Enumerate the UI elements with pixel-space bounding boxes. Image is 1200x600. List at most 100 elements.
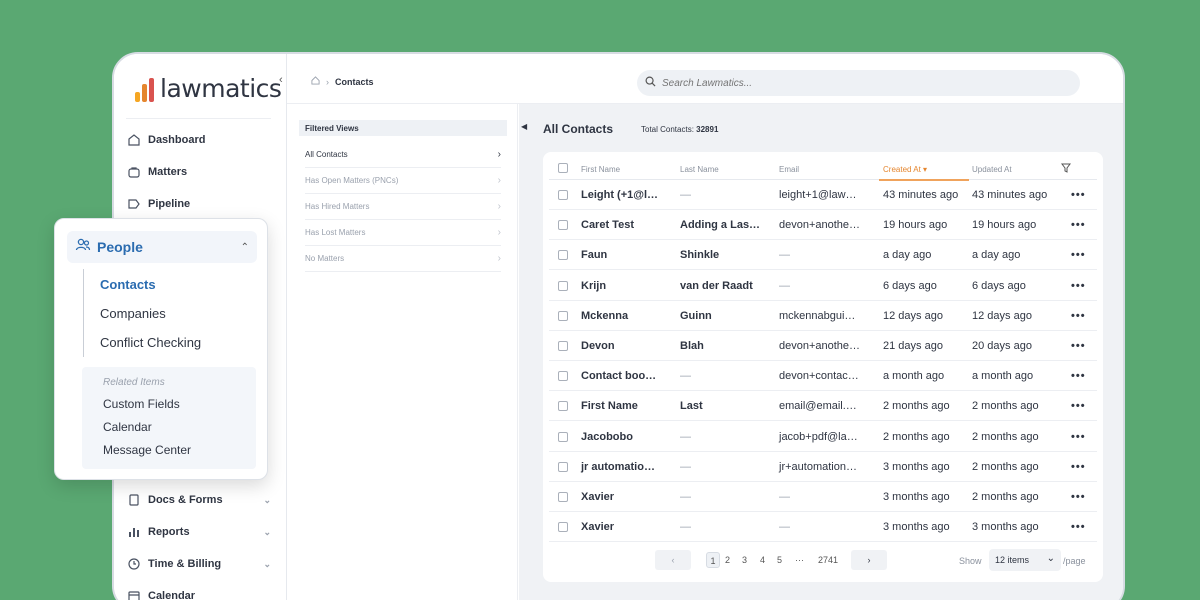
chevron-down-icon: ⌄ (263, 494, 271, 505)
related-custom-fields[interactable]: Custom Fields (103, 397, 180, 411)
table-row[interactable]: Jacobobo — jacob+pdf@la… 2 months ago 2 mont… (549, 422, 1097, 452)
sidebar-item-pipeline[interactable]: Pipeline (126, 188, 271, 220)
row-checkbox[interactable] (558, 250, 568, 261)
next-page-button[interactable]: › (851, 550, 887, 570)
row-actions-button[interactable]: ••• (1071, 431, 1086, 443)
page-button[interactable]: 3 (742, 552, 747, 568)
page-size-select[interactable]: 12 items ⌄ (989, 549, 1061, 571)
filter-icon[interactable] (1061, 163, 1071, 175)
cell-last-name: Blah (680, 340, 704, 352)
cell-email: jacob+pdf@la… (779, 430, 858, 443)
view-no-matters[interactable]: No Matters › (305, 246, 501, 272)
column-email[interactable]: Email (779, 165, 799, 174)
select-all-checkbox[interactable] (558, 163, 568, 173)
page-button[interactable]: 4 (760, 552, 765, 568)
row-checkbox[interactable] (558, 461, 568, 472)
row-actions-button[interactable]: ••• (1071, 521, 1086, 533)
table-row[interactable]: Mckenna Guinn mckennabgui… 12 days ago 12 da… (549, 301, 1097, 331)
table-row[interactable]: Contact boo… — devon+contac… a month ago a m… (549, 361, 1097, 392)
divider (126, 118, 271, 119)
sidebar-item-time-billing[interactable]: Time & Billing ⌄ (126, 548, 271, 580)
home-icon[interactable] (311, 76, 320, 87)
submenu-conflict-checking[interactable]: Conflict Checking (100, 335, 201, 350)
collapse-sidebar-button[interactable]: ‹ (279, 74, 283, 86)
related-message-center[interactable]: Message Center (103, 443, 191, 457)
table-row[interactable]: First Name Last email@email.… 2 months ago 2… (549, 391, 1097, 422)
submenu-companies[interactable]: Companies (100, 306, 166, 321)
table-row[interactable]: Faun Shinkle — a day ago a day ago ••• (549, 240, 1097, 271)
row-actions-button[interactable]: ••• (1071, 280, 1086, 292)
related-calendar[interactable]: Calendar (103, 420, 152, 434)
column-created-at[interactable]: Created At ▾ (883, 165, 927, 174)
row-checkbox[interactable] (558, 522, 568, 533)
row-checkbox[interactable] (558, 220, 568, 231)
page-size-value: 12 items (995, 555, 1030, 565)
row-actions-button[interactable]: ••• (1071, 491, 1086, 503)
table-row[interactable]: Xavier — — 3 months ago 3 months ago ••• (549, 512, 1097, 543)
view-all-contacts[interactable]: All Contacts › (305, 142, 501, 168)
row-checkbox[interactable] (558, 280, 568, 291)
sidebar-item-matters[interactable]: Matters (126, 156, 271, 188)
table-row[interactable]: Krijn van der Raadt — 6 days ago 6 days ago •… (549, 271, 1097, 301)
column-first-name[interactable]: First Name (581, 165, 620, 174)
cell-updated-at: 3 months ago (972, 521, 1039, 534)
row-checkbox[interactable] (558, 492, 568, 502)
view-has-open-matters[interactable]: Has Open Matters (PNCs) › (305, 168, 501, 194)
page-button[interactable]: 2741 (818, 552, 838, 568)
submenu-contacts[interactable]: Contacts (100, 277, 156, 292)
page-button[interactable]: 1 (706, 552, 720, 568)
table-row[interactable]: Xavier — — 3 months ago 2 months ago ••• (549, 482, 1097, 512)
row-actions-button[interactable]: ••• (1071, 249, 1086, 261)
bar-chart-icon (126, 524, 142, 540)
sidebar-item-dashboard[interactable]: Dashboard (126, 124, 271, 156)
per-page-label: /page (1063, 556, 1086, 566)
cell-last-name: Last (680, 400, 703, 413)
sidebar-item-calendar[interactable]: Calendar (126, 580, 271, 600)
search-input[interactable] (662, 77, 1062, 89)
cell-updated-at: a month ago (972, 370, 1034, 383)
search-bar[interactable] (637, 70, 1080, 96)
cell-updated-at: a day ago (972, 249, 1021, 262)
row-checkbox[interactable] (558, 431, 568, 442)
row-actions-button[interactable]: ••• (1071, 461, 1086, 473)
row-actions-button[interactable]: ••• (1071, 370, 1086, 382)
cell-email: email@email.… (779, 400, 857, 413)
view-has-hired-matters[interactable]: Has Hired Matters › (305, 194, 501, 220)
table-row[interactable]: Devon Blah devon+anothe… 21 days ago 20 days… (549, 331, 1097, 361)
row-checkbox[interactable] (558, 310, 568, 321)
row-checkbox[interactable] (558, 341, 568, 351)
table-row[interactable]: Leight (+1@l… — leight+1@law… 43 minutes ag… (549, 180, 1097, 210)
cell-email: — (779, 491, 790, 503)
cell-last-name: — (680, 370, 691, 383)
row-checkbox[interactable] (558, 190, 568, 200)
view-has-lost-matters[interactable]: Has Lost Matters › (305, 220, 501, 246)
table-row[interactable]: jr automatio… — jr+automation… 3 months ago… (549, 452, 1097, 482)
column-updated-at[interactable]: Updated At (972, 165, 1012, 174)
row-actions-button[interactable]: ••• (1071, 310, 1086, 322)
cell-first-name: Xavier (581, 521, 615, 534)
row-actions-button[interactable]: ••• (1071, 219, 1086, 231)
sidebar-item-reports[interactable]: Reports ⌄ (126, 516, 271, 548)
sidebar-item-label: Dashboard (148, 134, 206, 146)
sidebar-item-docs-forms[interactable]: Docs & Forms ⌄ (126, 484, 271, 516)
page-button[interactable]: 2 (725, 552, 730, 568)
row-checkbox[interactable] (558, 401, 568, 412)
cell-email: — (779, 249, 790, 262)
cell-first-name: Contact boo… (581, 370, 657, 383)
toggle-views-button[interactable]: ◀ (521, 122, 527, 131)
page-button[interactable]: 5 (777, 552, 782, 568)
table-row[interactable]: Caret Test Adding a Las… devon+anothe… 19 h… (549, 210, 1097, 241)
chevron-up-icon[interactable]: ⌃ (241, 242, 249, 253)
chevron-right-icon: › (497, 175, 501, 186)
row-checkbox[interactable] (558, 371, 568, 382)
row-actions-button[interactable]: ••• (1071, 189, 1086, 201)
cell-last-name: — (680, 189, 691, 201)
row-actions-button[interactable]: ••• (1071, 400, 1086, 412)
show-label: Show (959, 556, 982, 566)
previous-page-button[interactable]: ‹ (655, 550, 691, 570)
row-actions-button[interactable]: ••• (1071, 340, 1086, 352)
column-last-name[interactable]: Last Name (680, 165, 719, 174)
cell-last-name: — (680, 430, 691, 443)
cell-first-name: Mckenna (581, 309, 629, 322)
people-menu-header[interactable]: People ⌃ (67, 231, 257, 263)
